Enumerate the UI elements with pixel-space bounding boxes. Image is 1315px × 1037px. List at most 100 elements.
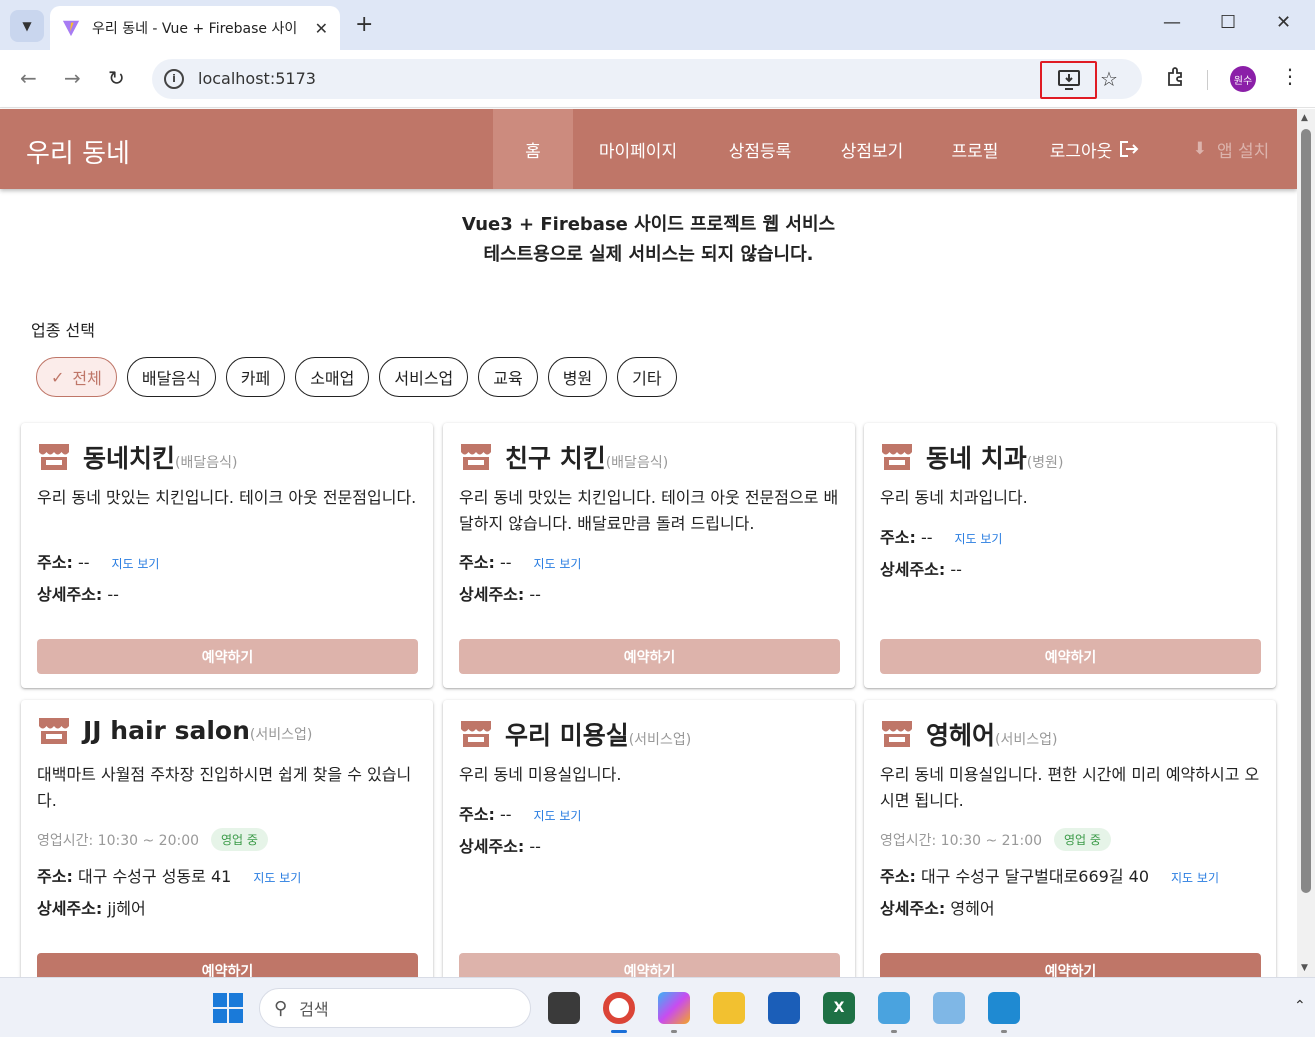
chevron-down-icon: ▼: [22, 19, 32, 33]
store-card: 동네 치과 (병원) 우리 동네 치과입니다. 주소: -- 지도 보기 상세주…: [864, 423, 1276, 688]
store-card-header: 동네 치과 (병원): [880, 439, 1063, 475]
store-name[interactable]: 우리 미용실: [505, 716, 629, 752]
browser-tab[interactable]: 우리 동네 - Vue + Firebase 사이 ✕: [50, 6, 340, 50]
nav-item-home[interactable]: 홈: [493, 109, 573, 189]
tab-search-button[interactable]: ▼: [10, 10, 44, 42]
store-name[interactable]: 동네치킨: [83, 439, 175, 475]
store-hours-row: 영업시간: 10:30 ~ 20:00 영업 중: [37, 828, 268, 851]
app-navbar: 우리 동네 홈 마이페이지 상점등록 상점보기 프로필 로그아웃 ⬇ 앱 설치: [0, 109, 1297, 189]
active-app-indicator: [611, 1030, 627, 1033]
chip-service[interactable]: 서비스업: [379, 357, 469, 397]
profile-avatar[interactable]: 원수: [1230, 66, 1256, 92]
reserve-button[interactable]: 예약하기: [459, 639, 840, 674]
chip-education[interactable]: 교육: [478, 357, 538, 397]
browser-tabstrip: ▼ 우리 동네 - Vue + Firebase 사이 ✕ + — ☐ ✕: [0, 0, 1315, 50]
store-hours: 영업시간: 10:30 ~ 21:00: [880, 832, 1043, 849]
close-tab-icon[interactable]: ✕: [315, 19, 328, 38]
back-arrow-icon[interactable]: ←: [20, 66, 37, 90]
store-category: (배달음식): [605, 455, 669, 471]
os-taskbar: ⚲ 검색 X ⌃: [0, 977, 1315, 1037]
maximize-icon[interactable]: ☐: [1220, 12, 1236, 33]
paint-icon[interactable]: [933, 992, 965, 1024]
reserve-button[interactable]: 예약하기: [880, 639, 1261, 674]
store-description: 우리 동네 맛있는 치킨입니다. 테이크 아웃 전문점입니다.: [37, 488, 417, 507]
store-card-header: 동네치킨 (배달음식): [37, 439, 237, 475]
scroll-down-icon[interactable]: ▼: [1301, 963, 1308, 973]
notepad-icon[interactable]: [878, 992, 910, 1024]
store-category: (병원): [1026, 455, 1064, 471]
detail-value: --: [529, 837, 541, 856]
windows-start-icon[interactable]: [213, 993, 243, 1023]
nav-item-view-stores[interactable]: 상점보기: [824, 109, 920, 189]
chip-hospital[interactable]: 병원: [547, 357, 608, 397]
reload-icon[interactable]: ↻: [108, 66, 125, 90]
store-card: 영헤어 (서비스업) 우리 동네 미용실입니다. 편한 시간에 미리 예약하시고…: [864, 700, 1276, 1000]
browser-menu-icon[interactable]: ⋮: [1280, 64, 1300, 88]
store-address-row: 주소: 대구 수성구 달구벌대로669길 40 지도 보기: [880, 863, 1219, 887]
window-close-icon[interactable]: ✕: [1276, 12, 1291, 33]
scrollbar-thumb[interactable]: [1301, 129, 1311, 893]
download-icon: ⬇: [1192, 139, 1207, 159]
chip-all[interactable]: ✓ 전체: [36, 357, 117, 397]
store-name[interactable]: 동네 치과: [926, 439, 1027, 475]
storefront-icon: [39, 718, 69, 744]
bookmark-star-icon[interactable]: ☆: [1100, 67, 1118, 91]
scroll-up-icon[interactable]: ▲: [1301, 113, 1308, 123]
map-link[interactable]: 지도 보기: [111, 555, 159, 572]
site-info-icon[interactable]: i: [164, 69, 184, 89]
address-value: --: [920, 528, 933, 547]
task-view-icon[interactable]: [548, 992, 580, 1024]
map-link[interactable]: 지도 보기: [253, 869, 301, 886]
chip-retail[interactable]: 소매업: [295, 357, 370, 397]
taskbar-search-placeholder: 검색: [299, 1000, 329, 1019]
store-name[interactable]: JJ hair salon: [83, 716, 250, 745]
chevron-up-icon[interactable]: ⌃: [1294, 998, 1306, 1014]
extensions-icon[interactable]: [1165, 65, 1187, 87]
detail-value: --: [529, 585, 541, 604]
chip-delivery[interactable]: 배달음식: [126, 357, 216, 397]
store-address-row: 주소: -- 지도 보기: [459, 801, 581, 825]
store-detail-row: 상세주소: --: [459, 833, 541, 857]
map-link[interactable]: 지도 보기: [533, 807, 581, 824]
chip-etc[interactable]: 기타: [617, 357, 677, 397]
vscode-icon[interactable]: [988, 992, 1020, 1024]
chip-cafe[interactable]: 카페: [225, 357, 286, 397]
excel-icon[interactable]: X: [823, 992, 855, 1024]
nav-item-register-store[interactable]: 상점등록: [712, 109, 808, 189]
minimize-icon[interactable]: —: [1163, 12, 1181, 33]
store-name[interactable]: 영헤어: [926, 716, 995, 752]
install-app-label: 앱 설치: [1216, 141, 1270, 162]
chrome-icon[interactable]: [603, 992, 635, 1024]
map-link[interactable]: 지도 보기: [954, 530, 1002, 547]
store-detail-row: 상세주소: --: [459, 581, 541, 605]
store-address-row: 주소: -- 지도 보기: [459, 549, 581, 573]
install-app-button[interactable]: [1040, 61, 1097, 99]
address-label: 주소:: [880, 867, 916, 886]
store-icon[interactable]: [768, 992, 800, 1024]
nav-item-logout[interactable]: 로그아웃: [1030, 109, 1160, 189]
open-status-badge: 영업 중: [211, 828, 268, 851]
browser-toolbar: ← → ↻ i localhost:5173 ☆ 원수 ⋮: [0, 50, 1315, 108]
forward-arrow-icon[interactable]: →: [64, 66, 81, 90]
store-card-header: 영헤어 (서비스업): [880, 716, 1057, 752]
new-tab-button[interactable]: +: [355, 12, 373, 37]
store-name[interactable]: 친구 치킨: [505, 439, 606, 475]
store-hours: 영업시간: 10:30 ~ 20:00: [37, 832, 200, 849]
file-explorer-icon[interactable]: [713, 992, 745, 1024]
nav-item-mypage[interactable]: 마이페이지: [586, 109, 690, 189]
map-link[interactable]: 지도 보기: [1171, 869, 1219, 886]
page-scrollbar[interactable]: ▲ ▼: [1297, 109, 1315, 977]
taskbar-search[interactable]: ⚲ 검색: [259, 988, 531, 1028]
nav-item-profile[interactable]: 프로필: [937, 109, 1013, 189]
detail-label: 상세주소:: [880, 560, 946, 579]
map-link[interactable]: 지도 보기: [533, 555, 581, 572]
copilot-icon[interactable]: [658, 992, 690, 1024]
store-category: (배달음식): [175, 455, 238, 471]
store-description: 우리 동네 미용실입니다.: [459, 765, 622, 784]
reserve-button[interactable]: 예약하기: [37, 639, 418, 674]
address-bar[interactable]: i localhost:5173 ☆: [152, 59, 1142, 99]
running-app-indicator: [671, 1030, 677, 1033]
store-card: 동네치킨 (배달음식) 우리 동네 맛있는 치킨입니다. 테이크 아웃 전문점입…: [21, 423, 433, 688]
brand-title[interactable]: 우리 동네: [26, 133, 130, 170]
chip-label: 전체: [72, 369, 102, 388]
